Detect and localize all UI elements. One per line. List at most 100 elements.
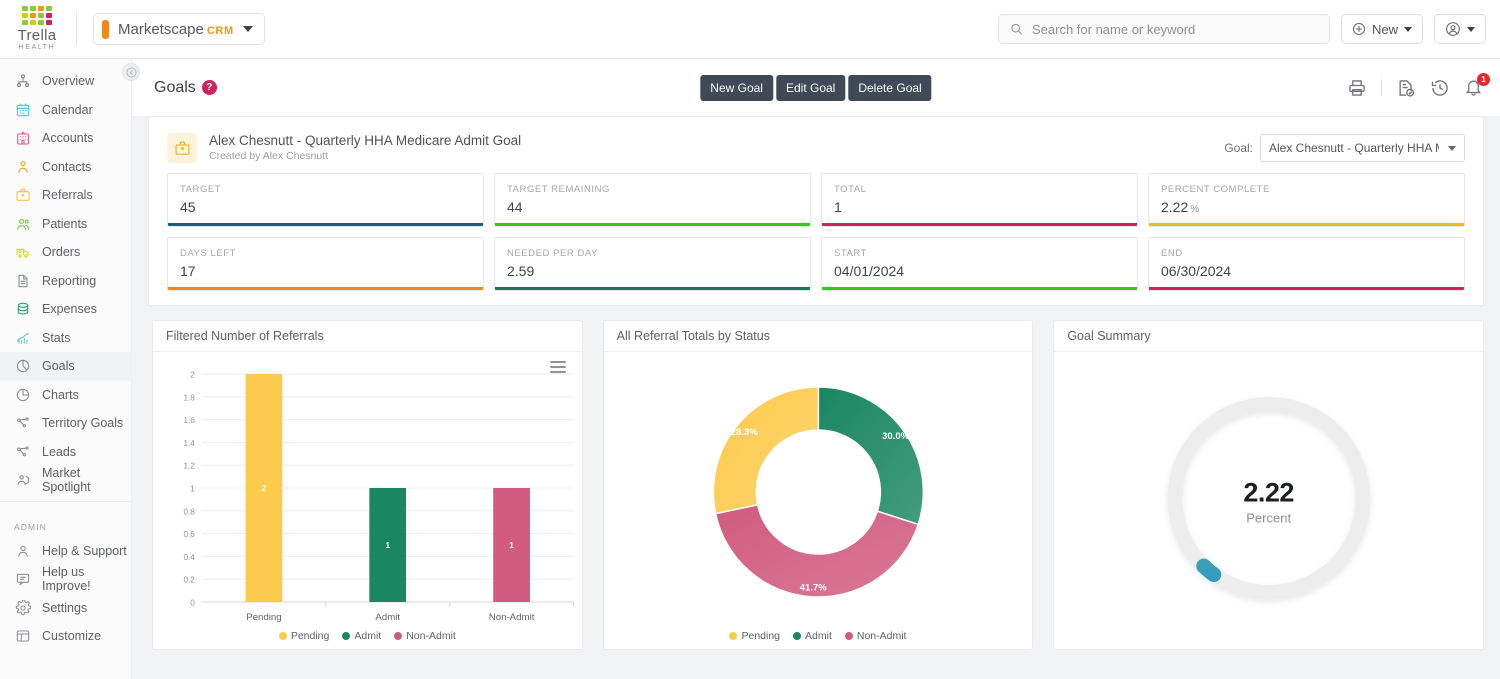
user-circle-icon xyxy=(1446,22,1460,36)
kpi-value: 2.59 xyxy=(507,263,535,279)
legend-label: Pending xyxy=(741,630,781,642)
bar-chart-legend: Pending Admit Non-Admit xyxy=(153,630,582,642)
sidebar-item-referrals[interactable]: Referrals xyxy=(0,181,131,210)
svg-text:1: 1 xyxy=(385,541,390,550)
goal-header: Alex Chesnutt - Quarterly HHA Medicare A… xyxy=(149,117,1483,173)
legend-label: Admit xyxy=(805,630,832,642)
gauge-body: 2.22 Percent xyxy=(1054,352,1483,650)
contacts-icon xyxy=(14,158,31,175)
sidebar-item-help-support[interactable]: Help & Support xyxy=(0,537,131,566)
document-check-icon xyxy=(1399,79,1415,97)
svg-text:Non-Admit: Non-Admit xyxy=(489,612,535,623)
goal-selector-label: Goal: xyxy=(1224,141,1253,155)
sidebar-item-overview[interactable]: Overview xyxy=(0,67,131,96)
legend-label: Pending xyxy=(290,630,330,642)
sidebar-item-reporting[interactable]: Reporting xyxy=(0,267,131,296)
sidebar-item-accounts[interactable]: Accounts xyxy=(0,124,131,153)
sidebar-item-orders[interactable]: Orders xyxy=(0,238,131,267)
sidebar-item-help-us-improve[interactable]: Help us Improve! xyxy=(0,565,131,594)
kpi-label: PERCENT COMPLETE xyxy=(1161,184,1270,195)
svg-text:1: 1 xyxy=(509,541,514,550)
print-button[interactable] xyxy=(1347,78,1367,98)
new-button[interactable]: New xyxy=(1340,14,1423,44)
kpi-card-needed-per-day: NEEDED PER DAY 2.59 xyxy=(494,237,811,291)
kpi-accent-bar xyxy=(822,287,1137,290)
sidebar-item-label: Accounts xyxy=(42,131,94,146)
legend-item[interactable]: Pending xyxy=(729,630,780,642)
sidebar-item-market-spotlight[interactable]: Market Spotlight xyxy=(0,466,131,495)
sidebar-item-customize[interactable]: Customize xyxy=(0,622,131,651)
svg-text:1.2: 1.2 xyxy=(183,462,195,471)
goal-select-dropdown[interactable]: Alex Chesnutt - Quarterly HHA Medicare A… xyxy=(1260,134,1465,162)
market-spotlight-icon xyxy=(14,472,31,489)
legend-item[interactable]: Non-Admit xyxy=(394,630,456,642)
svg-text:0.2: 0.2 xyxy=(183,576,195,585)
donut-chart: 30.0% 41.7% 28.3% xyxy=(712,386,924,598)
search-box[interactable] xyxy=(997,14,1330,44)
svg-text:1.8: 1.8 xyxy=(183,393,195,402)
sidebar-collapse-button[interactable] xyxy=(122,63,140,81)
sidebar-item-label: Reporting xyxy=(42,273,97,288)
territory-goals-icon xyxy=(14,415,31,432)
logo-subtitle: HEALTH xyxy=(18,43,56,51)
report-status-button[interactable] xyxy=(1396,78,1416,98)
legend-item[interactable]: Admit xyxy=(342,630,381,642)
kpi-accent-bar xyxy=(1149,287,1464,290)
legend-item[interactable]: Admit xyxy=(793,630,832,642)
sidebar-item-settings[interactable]: Settings xyxy=(0,594,131,623)
leads-icon xyxy=(14,443,31,460)
sidebar-item-label: Customize xyxy=(42,629,102,644)
sidebar-item-label: Stats xyxy=(42,330,71,345)
svg-text:2: 2 xyxy=(190,371,195,380)
search-input[interactable] xyxy=(1031,21,1318,37)
sidebar-item-label: Territory Goals xyxy=(42,416,124,431)
search-icon xyxy=(1011,23,1022,35)
legend-item[interactable]: Non-Admit xyxy=(844,630,907,642)
sidebar-item-patients[interactable]: Patients xyxy=(0,210,131,239)
sidebar-item-charts[interactable]: Charts xyxy=(0,381,131,410)
sidebar-item-contacts[interactable]: Contacts xyxy=(0,153,131,182)
svg-text:0.4: 0.4 xyxy=(183,553,195,562)
sidebar-item-calendar[interactable]: Calendar xyxy=(0,96,131,125)
kpi-accent-bar xyxy=(822,223,1137,226)
sidebar-item-stats[interactable]: Stats xyxy=(0,324,131,353)
legend-item[interactable]: Pending xyxy=(278,630,330,642)
orders-icon xyxy=(14,244,31,261)
bar-chart-body: 0 0.2 0.4 0.6 0.8 1 1.2 1.4 1.6 1.8 2 2 Pending 1 Admi… xyxy=(153,352,582,650)
chevron-down-icon xyxy=(242,26,253,32)
chevron-down-icon xyxy=(1467,26,1475,32)
delete-goal-button[interactable]: Delete Goal xyxy=(848,74,932,101)
gauge-chart: 2.22 Percent xyxy=(1159,389,1379,614)
trella-health-logo[interactable]: Trella HEALTH xyxy=(0,5,70,53)
sidebar-item-label: Settings xyxy=(42,600,88,615)
edit-goal-button[interactable]: Edit Goal xyxy=(775,74,846,101)
kpi-accent-bar xyxy=(168,223,483,226)
app-switcher[interactable]: Marketscape CRM xyxy=(93,13,265,45)
sidebar-item-expenses[interactable]: Expenses xyxy=(0,295,131,324)
charts-row: Filtered Number of Referrals 0 0.2 0.4 0.6 0… xyxy=(148,308,1484,650)
customize-icon xyxy=(14,628,31,645)
account-menu-button[interactable] xyxy=(1434,14,1486,44)
sidebar-item-territory-goals[interactable]: Territory Goals xyxy=(0,409,131,438)
kpi-card-target: TARGET 45 xyxy=(167,173,484,227)
history-button[interactable] xyxy=(1430,78,1450,98)
chevron-left-circle-icon xyxy=(125,66,137,78)
notifications-button[interactable]: 1 xyxy=(1464,72,1490,98)
help-icon[interactable]: ? xyxy=(201,80,217,95)
legend-label: Non-Admit xyxy=(856,630,907,642)
new-goal-button[interactable]: New Goal xyxy=(700,74,773,101)
kpi-card-total: TOTAL 1 xyxy=(821,173,1138,227)
kpi-accent-bar xyxy=(168,287,483,290)
legend-label: Admit xyxy=(354,630,382,642)
sidebar-item-label: Goals xyxy=(42,359,75,374)
printer-icon xyxy=(1349,79,1365,96)
charts-icon xyxy=(14,386,31,403)
bar-chart: 0 0.2 0.4 0.6 0.8 1 1.2 1.4 1.6 1.8 2 2 Pending 1 Admi… xyxy=(183,371,575,623)
card-goal-summary: Goal Summary 2.22 Percent xyxy=(1053,320,1484,650)
sidebar-item-goals[interactable]: Goals xyxy=(0,352,131,381)
svg-text:0: 0 xyxy=(190,599,195,608)
kpi-card-start: START 04/01/2024 xyxy=(821,237,1138,291)
sidebar-item-leads[interactable]: Leads xyxy=(0,438,131,467)
svg-text:30.0%: 30.0% xyxy=(882,431,909,442)
legend-swatch xyxy=(844,632,853,640)
